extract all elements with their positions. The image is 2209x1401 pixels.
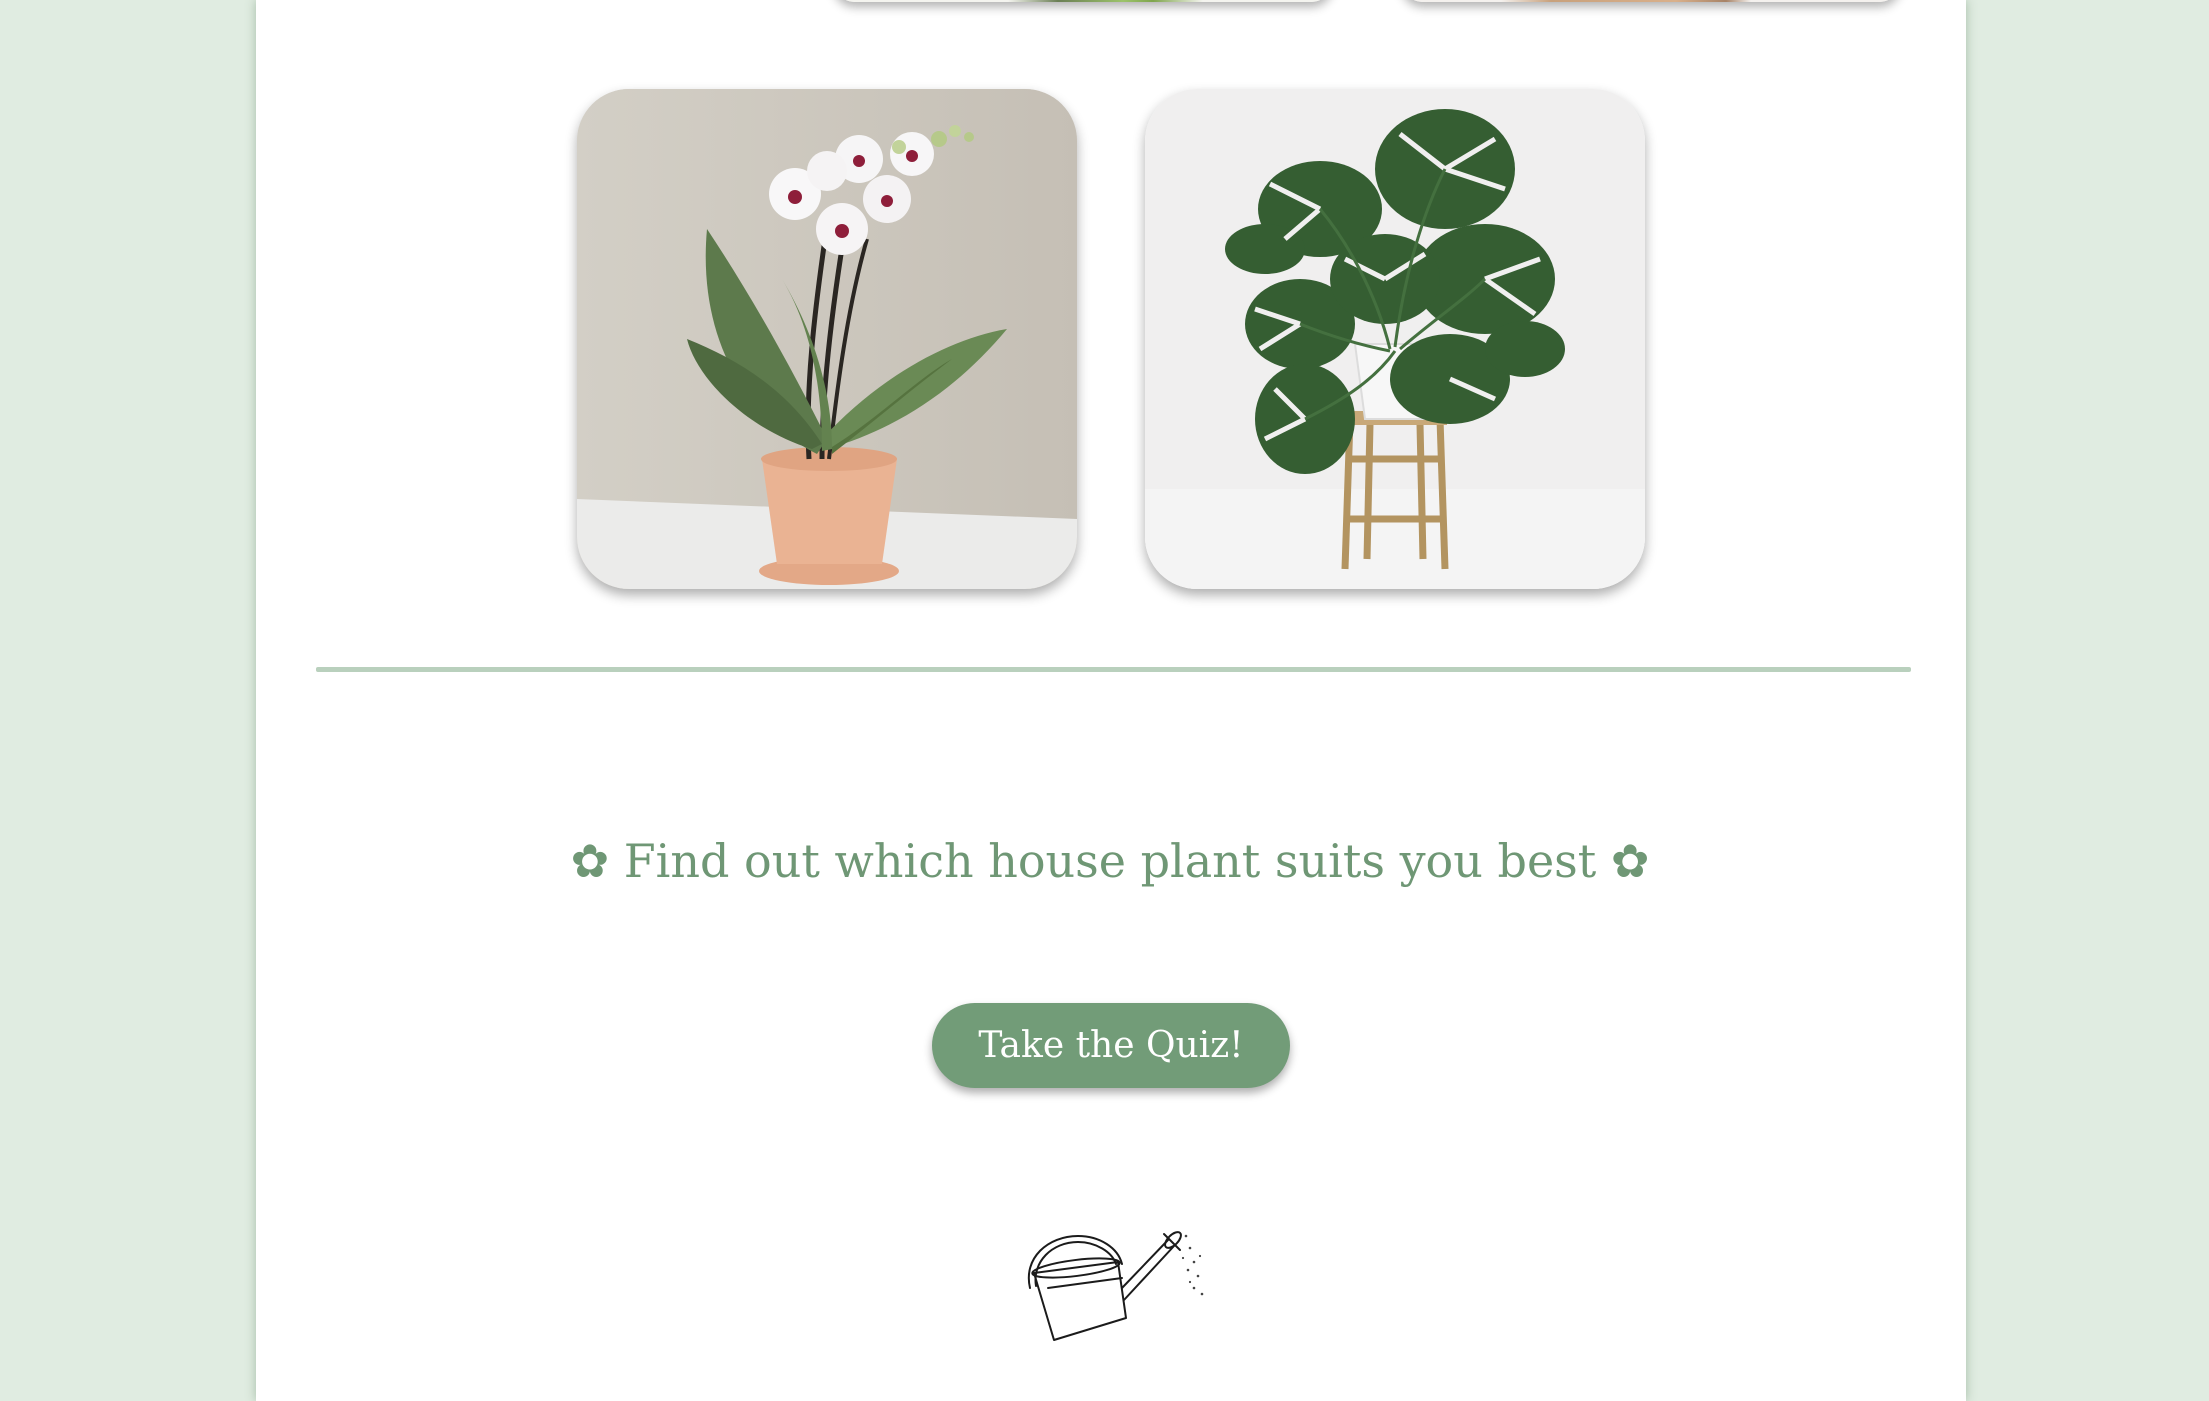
- quiz-heading: ✿ Find out which house plant suits you b…: [570, 834, 1650, 888]
- plant-card-orchid[interactable]: [577, 89, 1077, 589]
- plant-card-monstera[interactable]: [1145, 89, 1645, 589]
- watering-can-icon: [1027, 1231, 1204, 1341]
- take-quiz-button[interactable]: Take the Quiz!: [932, 1003, 1290, 1088]
- orchid-image: [577, 89, 1077, 589]
- page-container: [256, 0, 1966, 1401]
- plant-card-previous-right[interactable]: [1401, 0, 1901, 2]
- plant-card-previous-left[interactable]: [833, 0, 1333, 2]
- monstera-image: [1145, 89, 1645, 589]
- section-divider: [316, 667, 1911, 672]
